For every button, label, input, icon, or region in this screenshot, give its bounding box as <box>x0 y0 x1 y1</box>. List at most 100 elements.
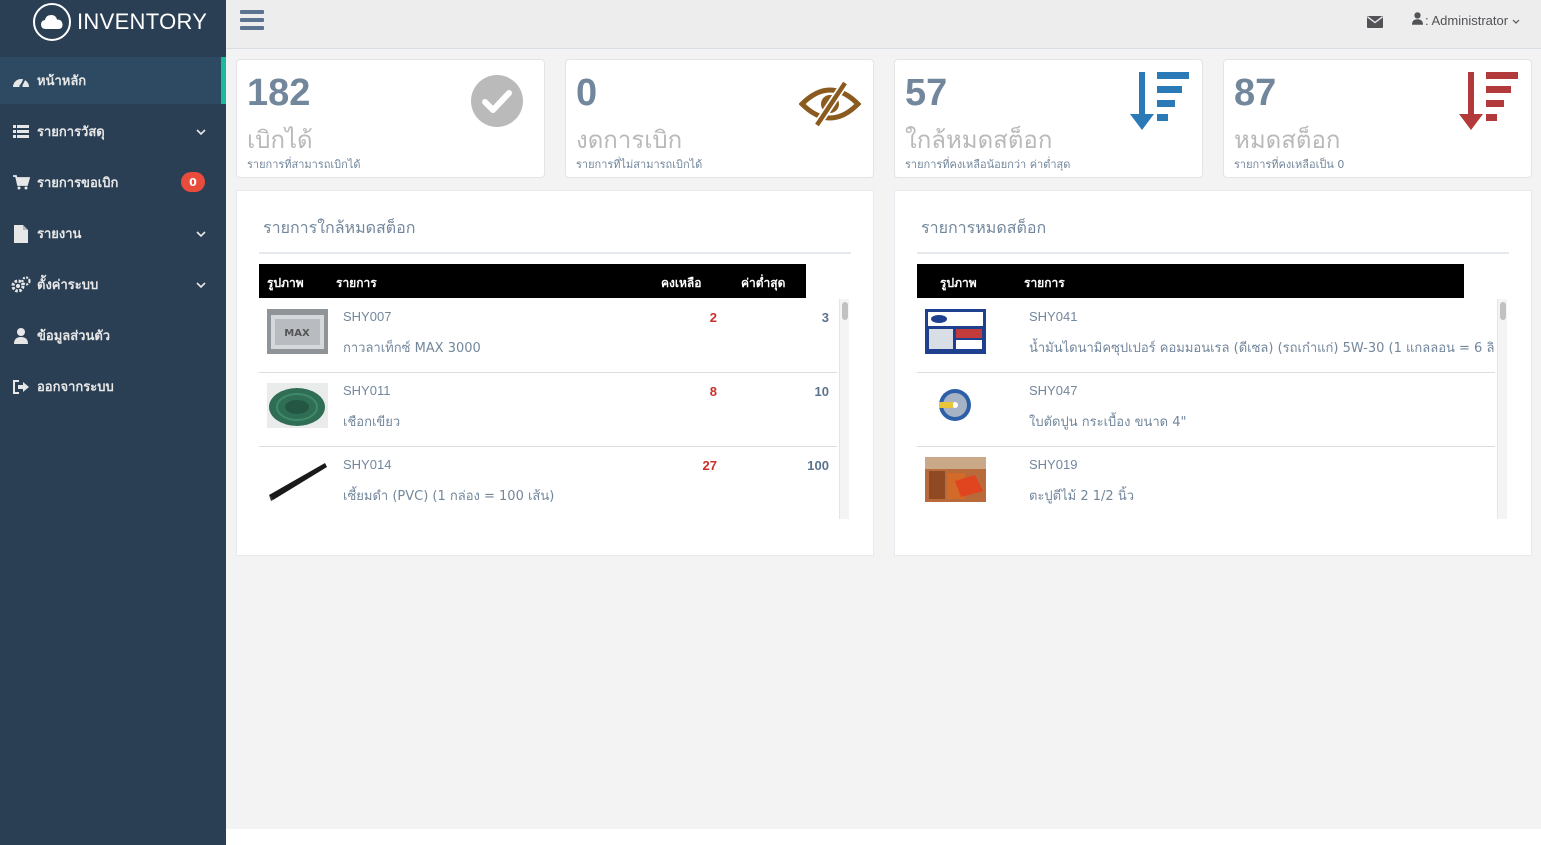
sidebar-item-materials[interactable]: รายการวัสดุ <box>0 108 226 155</box>
sidebar-item-label: หน้าหลัก <box>37 74 87 89</box>
table-row[interactable]: SHY047 ใบตัดปูน กระเบื้อง ขนาด 4" <box>917 373 1495 447</box>
sidebar-item-label: รายการวัสดุ <box>37 125 105 140</box>
column-header-image: รูปภาพ <box>940 276 977 290</box>
divider <box>259 252 851 254</box>
low-stock-panel: รายการใกล้หมดสต็อก รูปภาพ รายการ คงเหลือ… <box>236 190 874 556</box>
sidebar-menu: หน้าหลัก รายการวัสดุ รายการขอเบิก 0 รายง… <box>0 57 226 414</box>
sidebar-item-profile[interactable]: ข้อมูลส่วนตัว <box>0 312 226 359</box>
tile-description: รายการที่ไม่สามารถเบิกได้ <box>576 158 703 171</box>
item-code: SHY047 <box>1029 383 1078 398</box>
scrollbar-thumb[interactable] <box>842 302 848 320</box>
item-name: เซี้ยมดำ (PVC) (1 กล่อง = 100 เส้น) <box>343 489 555 504</box>
product-thumbnail <box>925 309 986 354</box>
chevron-down-icon <box>196 278 206 293</box>
tile-description: รายการที่คงเหลือเป็น 0 <box>1234 158 1345 171</box>
out-of-stock-table-body[interactable]: SHY041 น้ำมันไดนามิคซุปเปอร์ คอมมอนเรล (… <box>917 299 1495 519</box>
column-header-item: รายการ <box>336 276 377 290</box>
user-menu[interactable]: : Administrator <box>1412 12 1520 28</box>
tile-title: หมดสต็อก <box>1234 126 1341 154</box>
column-header-item: รายการ <box>1024 276 1065 290</box>
sidebar-item-logout[interactable]: ออกจากระบบ <box>0 363 226 410</box>
user-name: : Administrator <box>1425 12 1509 28</box>
item-code: SHY041 <box>1029 309 1078 324</box>
item-code: SHY011 <box>343 383 391 398</box>
minimum-qty: 10 <box>814 384 829 399</box>
product-thumbnail: MAX <box>267 309 328 354</box>
sidebar-item-settings[interactable]: ตั้งค่าระบบ <box>0 261 226 308</box>
check-circle-icon <box>471 75 523 131</box>
table-header: รูปภาพ รายการ <box>917 264 1464 298</box>
item-code: SHY007 <box>343 309 392 324</box>
table-row[interactable]: SHY041 น้ำมันไดนามิคซุปเปอร์ คอมมอนเรล (… <box>917 299 1495 373</box>
item-name: ใบตัดปูน กระเบื้อง ขนาด 4" <box>1029 415 1187 430</box>
remaining-qty: 27 <box>702 458 717 473</box>
tile-description: รายการที่คงเหลือน้อยกว่า ค่าต่ำสุด <box>905 158 1071 171</box>
table-row[interactable]: SHY019 ตะปูตีไม้ 2 1/2 นิ้ว <box>917 447 1495 519</box>
item-name: น้ำมันไดนามิคซุปเปอร์ คอมมอนเรล (ดีเซล) … <box>1029 341 1495 356</box>
table-row[interactable]: MAX SHY007 กาวลาเท็กซ์ MAX 3000 2 3 <box>259 299 837 373</box>
menu-toggle-icon[interactable] <box>240 10 264 30</box>
chevron-down-icon <box>196 227 206 242</box>
product-thumbnail <box>925 383 986 428</box>
sidebar: INVENTORY หน้าหลัก รายการวัสดุ รายการขอเ… <box>0 0 226 845</box>
eye-slash-icon <box>798 80 862 132</box>
sidebar-item-requests[interactable]: รายการขอเบิก 0 <box>0 159 226 206</box>
table-row[interactable]: SHY014 เซี้ยมดำ (PVC) (1 กล่อง = 100 เส้… <box>259 447 837 519</box>
dashboard-icon <box>11 71 31 91</box>
gears-icon <box>11 275 31 295</box>
cart-icon <box>11 173 31 193</box>
sort-amount-desc-icon <box>1458 70 1520 136</box>
brand[interactable]: INVENTORY <box>0 0 226 44</box>
product-thumbnail <box>267 457 328 502</box>
tile-description: รายการที่สามารถเบิกได้ <box>247 158 361 171</box>
item-code: SHY014 <box>343 457 392 472</box>
file-icon <box>11 224 31 244</box>
sidebar-item-label: ตั้งค่าระบบ <box>37 278 99 293</box>
chevron-down-icon <box>196 125 206 140</box>
sidebar-item-label: รายการขอเบิก <box>37 176 119 191</box>
sidebar-item-label: ออกจากระบบ <box>37 380 114 395</box>
app-title: INVENTORY <box>77 9 208 34</box>
product-thumbnail <box>925 457 986 502</box>
tile-count: 0 <box>576 72 598 114</box>
minimum-qty: 3 <box>821 310 829 325</box>
tile-suspended: 0 งดการเบิก รายการที่ไม่สามารถเบิกได้ <box>565 59 874 178</box>
tile-out-of-stock: 87 หมดสต็อก รายการที่คงเหลือเป็น 0 <box>1223 59 1532 178</box>
product-thumbnail <box>267 383 328 428</box>
sign-out-icon <box>11 377 31 397</box>
sort-amount-desc-icon <box>1129 70 1191 136</box>
footer <box>226 829 1541 845</box>
panel-title: รายการหมดสต็อก <box>921 218 1047 237</box>
item-name: เชือกเขียว <box>343 415 401 430</box>
tile-low-stock: 57 ใกล้หมดสต็อก รายการที่คงเหลือน้อยกว่า… <box>894 59 1203 178</box>
top-nav: : Administrator <box>226 0 1541 49</box>
envelope-icon[interactable] <box>1367 13 1383 32</box>
tile-count: 182 <box>247 72 311 114</box>
svg-text:MAX: MAX <box>284 328 310 339</box>
divider <box>917 252 1509 254</box>
low-stock-table-body[interactable]: MAX SHY007 กาวลาเท็กซ์ MAX 3000 2 3 SHY0… <box>259 299 837 519</box>
minimum-qty: 100 <box>807 458 829 473</box>
list-icon <box>11 122 31 142</box>
sidebar-item-home[interactable]: หน้าหลัก <box>0 57 226 104</box>
chevron-down-icon <box>1512 13 1520 28</box>
table-scrollbar[interactable] <box>1497 299 1507 519</box>
remaining-qty: 8 <box>709 384 717 399</box>
tile-withdrawable: 182 เบิกได้ รายการที่สามารถเบิกได้ <box>236 59 545 178</box>
sidebar-item-label: ข้อมูลส่วนตัว <box>37 329 111 344</box>
scrollbar-thumb[interactable] <box>1500 302 1506 320</box>
tile-count: 57 <box>905 72 948 114</box>
requests-count-badge: 0 <box>181 172 205 192</box>
out-of-stock-panel: รายการหมดสต็อก รูปภาพ รายการ SHY041 น้ำม… <box>894 190 1532 556</box>
item-name: กาวลาเท็กซ์ MAX 3000 <box>343 341 481 356</box>
table-scrollbar[interactable] <box>839 299 849 519</box>
item-name: ตะปูตีไม้ 2 1/2 นิ้ว <box>1029 489 1135 504</box>
sidebar-item-reports[interactable]: รายงาน <box>0 210 226 257</box>
item-code: SHY019 <box>1029 457 1078 472</box>
table-header: รูปภาพ รายการ คงเหลือ ค่าต่ำสุด <box>259 264 806 298</box>
table-row[interactable]: SHY011 เชือกเขียว 8 10 <box>259 373 837 447</box>
tile-title: เบิกได้ <box>247 126 313 154</box>
tile-title: ใกล้หมดสต็อก <box>905 126 1053 154</box>
remaining-qty: 2 <box>709 310 717 325</box>
column-header-image: รูปภาพ <box>267 276 304 290</box>
